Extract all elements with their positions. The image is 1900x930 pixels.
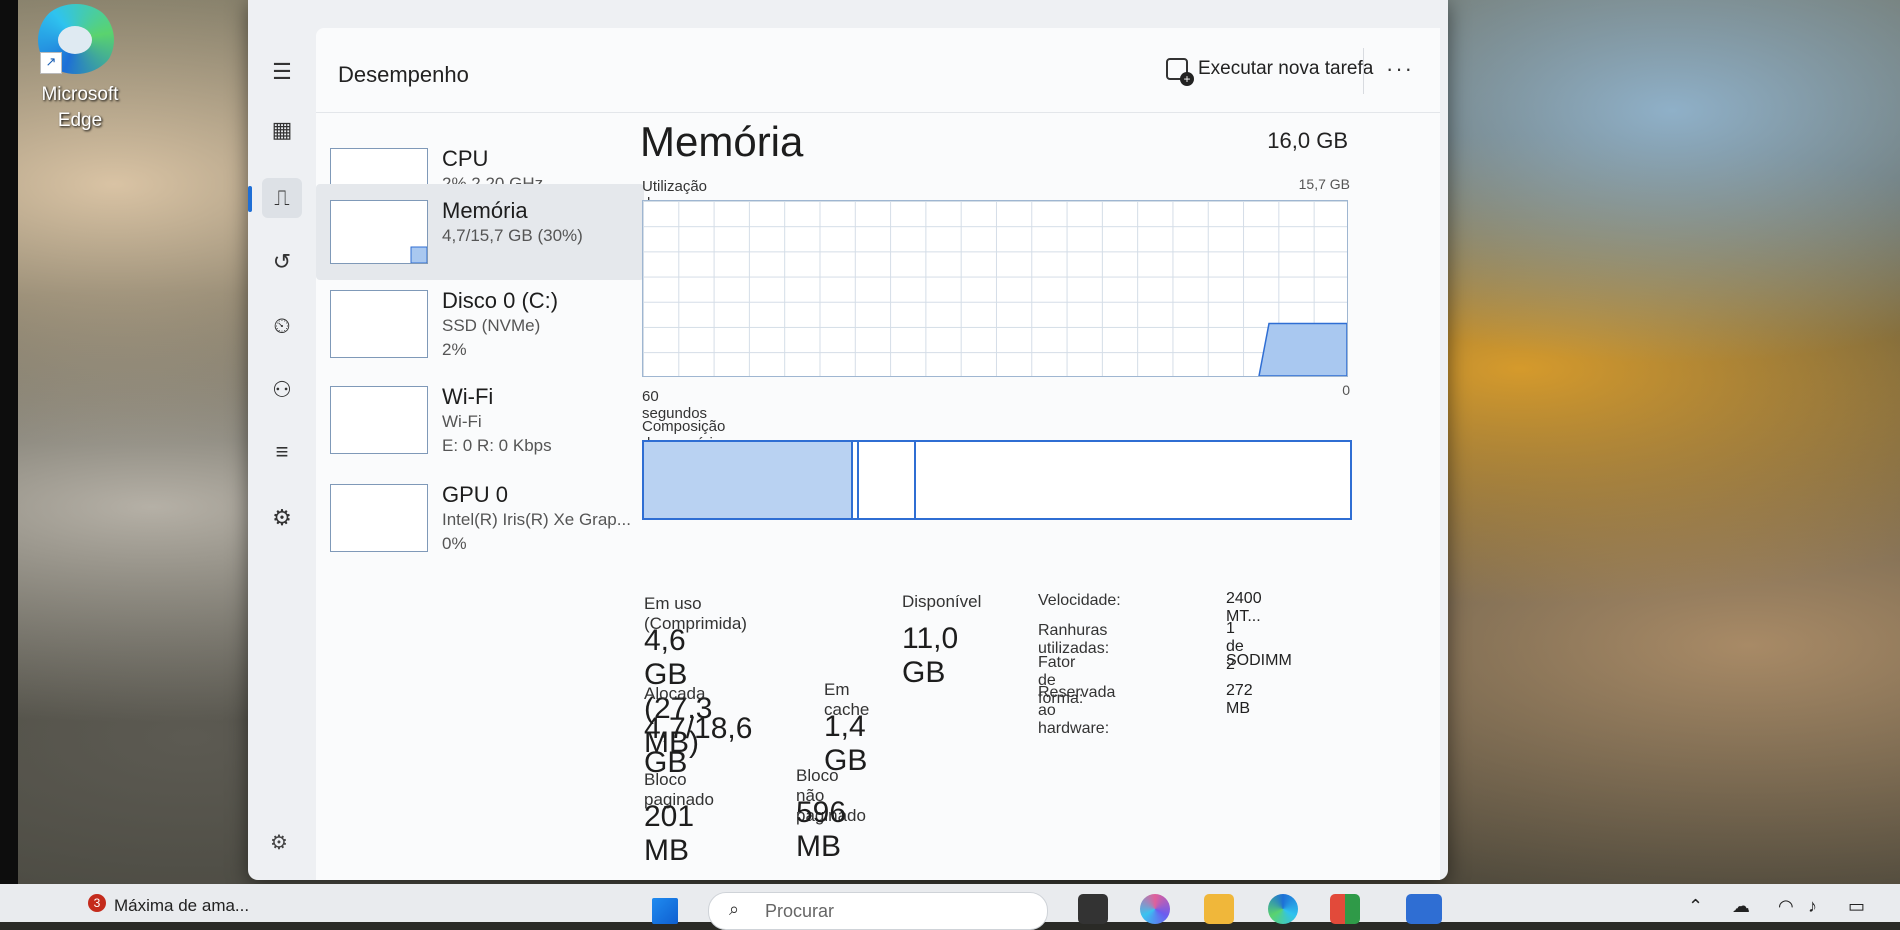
nonpaged-pool-value: 596 MB — [796, 796, 847, 863]
memory-usage-graph — [642, 200, 1348, 377]
graph-time-span: 60 segundos — [642, 388, 708, 422]
battery-icon[interactable]: ▭ — [1848, 896, 1865, 917]
taskbar-app-label[interactable]: Máxima de ama... — [114, 896, 249, 916]
edge-shortcut-label: Microsoft Edge — [41, 84, 119, 131]
screen-bezel — [0, 0, 18, 922]
paged-pool-value: 201 MB — [644, 800, 695, 867]
volume-icon[interactable]: ♪ — [1808, 896, 1817, 917]
perf-item-usage: 0% — [442, 534, 467, 553]
edge-taskbar-icon[interactable] — [1268, 894, 1298, 924]
perf-item-name: Wi-Fi — [442, 384, 494, 409]
nav-selection-indicator — [248, 186, 252, 212]
available-value: 11,0 GB — [902, 622, 959, 689]
perf-item-name: GPU 0 — [442, 482, 509, 507]
perf-item-detail: 4,7/15,7 GB (30%) — [442, 226, 583, 245]
available-label: Disponível — [902, 592, 982, 611]
composition-free — [916, 442, 1350, 518]
app-history-icon[interactable]: ↺ — [262, 242, 302, 282]
perf-item-name: Memória — [442, 198, 528, 223]
composition-in-use — [644, 442, 853, 518]
shortcut-arrow-icon: ↗ — [40, 52, 62, 74]
perf-item-name: Disco 0 (C:) — [442, 288, 559, 313]
wifi-thumbnail-graph — [330, 386, 428, 454]
gpu-thumbnail-graph — [330, 484, 428, 552]
tray-overflow-icon[interactable]: ⌃ — [1688, 896, 1703, 917]
store-icon[interactable] — [1330, 894, 1360, 924]
settings-icon[interactable]: ⚙ — [270, 830, 288, 855]
run-new-task-button[interactable]: Executar nova tarefa — [1166, 58, 1374, 86]
disk-thumbnail-graph — [330, 290, 428, 358]
perf-item-name: CPU — [442, 146, 489, 171]
run-task-label: Executar nova tarefa — [1198, 58, 1374, 79]
task-view-icon[interactable] — [1078, 894, 1108, 924]
memory-composition-bar — [642, 440, 1352, 520]
perf-item-memory[interactable]: Memória 4,7/15,7 GB (30%) — [316, 184, 644, 280]
search-placeholder: Procurar — [765, 901, 835, 921]
perf-item-detail: Wi-Fi — [442, 412, 482, 431]
wifi-icon[interactable]: ◠ — [1778, 896, 1794, 917]
more-options-button[interactable]: ··· — [1386, 56, 1414, 82]
notification-badge: 3 — [88, 894, 106, 912]
run-task-icon — [1166, 58, 1194, 86]
search-icon: ⌕ — [729, 899, 740, 919]
speed-label: Velocidade: — [1038, 592, 1121, 609]
form-factor-value: SODIMM — [1226, 652, 1292, 669]
memory-title: Memória — [640, 118, 804, 165]
users-icon[interactable]: ⚇ — [262, 370, 302, 410]
header-divider — [1363, 48, 1364, 94]
usage-graph-max: 15,7 GB — [1298, 176, 1350, 192]
copilot-icon[interactable] — [1140, 894, 1170, 924]
nav-rail: ☰ ▦ ⎍ ↺ ⏲ ⚇ ≡ ⚙ ⚙ — [248, 0, 316, 880]
performance-pane: Desempenho Executar nova tarefa ··· CPU … — [316, 28, 1440, 880]
slots-label: Ranhuras utilizadas: — [1038, 622, 1110, 657]
perf-item-disk[interactable]: Disco 0 (C:) SSD (NVMe) 2% — [316, 282, 646, 378]
cloud-icon[interactable]: ☁ — [1732, 896, 1750, 917]
hardware-reserved-value: 272 MB — [1226, 682, 1253, 717]
perf-item-wifi[interactable]: Wi-Fi Wi-Fi E: 0 R: 0 Kbps — [316, 378, 646, 474]
services-icon[interactable]: ⚙ — [262, 498, 302, 538]
details-icon[interactable]: ≡ — [262, 432, 302, 472]
taskbar-search-box[interactable]: ⌕ Procurar — [708, 892, 1048, 930]
taskbar: 3 Máxima de ama... ⌕ Procurar ⌃ ☁ ◠ ♪ ▭ — [0, 884, 1900, 930]
memory-usage-area — [1258, 322, 1347, 376]
memory-total: 16,0 GB — [1267, 128, 1348, 153]
perf-item-detail: SSD (NVMe) — [442, 316, 541, 335]
memory-thumbnail-graph — [330, 200, 428, 264]
perf-item-throughput: E: 0 R: 0 Kbps — [442, 436, 552, 455]
task-manager-taskbar-icon[interactable] — [1406, 894, 1442, 924]
start-button-icon[interactable] — [652, 898, 678, 924]
performance-icon[interactable]: ⎍ — [262, 178, 302, 218]
hardware-reserved-label: Reservada ao hardware: — [1038, 684, 1116, 737]
hamburger-menu-icon[interactable]: ☰ — [262, 52, 302, 92]
startup-apps-icon[interactable]: ⏲ — [262, 306, 302, 346]
file-explorer-icon[interactable] — [1204, 894, 1234, 924]
committed-label: Alocada — [644, 684, 706, 703]
perf-item-gpu[interactable]: GPU 0 Intel(R) Iris(R) Xe Grap... 0% — [316, 476, 646, 572]
composition-standby — [859, 442, 916, 518]
header-separator — [316, 112, 1440, 113]
perf-item-detail: Intel(R) Iris(R) Xe Grap... — [442, 510, 631, 529]
page-title: Desempenho — [338, 62, 469, 87]
perf-item-usage: 2% — [442, 340, 467, 359]
graph-min-label: 0 — [1342, 382, 1350, 398]
processes-icon[interactable]: ▦ — [262, 110, 302, 150]
task-manager-window: ☰ ▦ ⎍ ↺ ⏲ ⚇ ≡ ⚙ ⚙ Desempenho Executar no… — [248, 0, 1448, 880]
